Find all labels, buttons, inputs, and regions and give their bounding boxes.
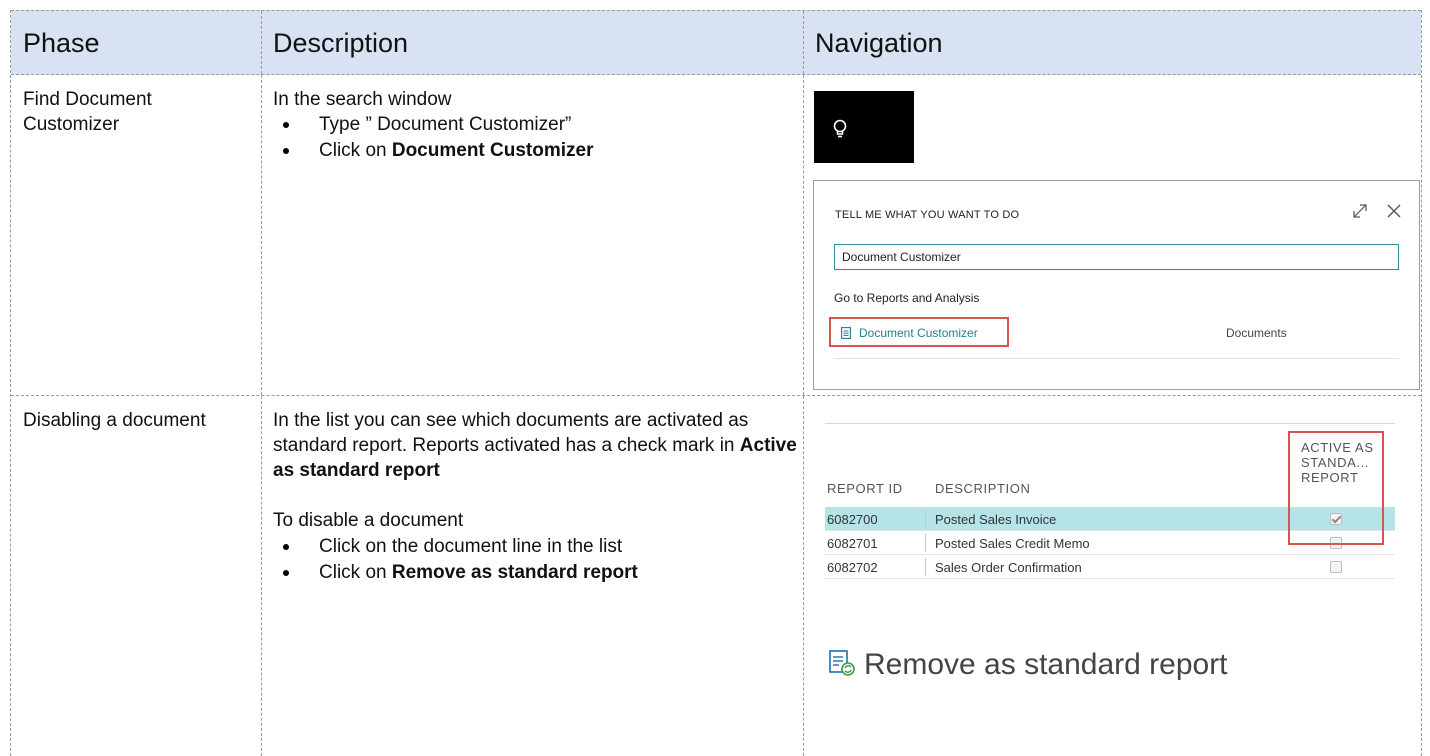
document-icon	[841, 327, 851, 339]
lightbulb-icon	[833, 119, 847, 138]
search-result-label: Document Customizer	[859, 326, 978, 340]
step-item: Type ” Document Customizer”	[273, 112, 793, 138]
report-description: Sales Order Confirmation	[935, 560, 1082, 575]
header-cell-phase: Phase	[11, 11, 261, 74]
description-row-1: In the search window Type ” Document Cus…	[261, 75, 803, 164]
remove-as-standard-report-button[interactable]: Remove as standard report	[828, 648, 1228, 682]
description-row-2: In the list you can see which documents …	[261, 396, 803, 586]
step-item: Click on Document Customizer	[273, 138, 793, 164]
header-cell-navigation: Navigation	[803, 11, 1423, 74]
table-row[interactable]: 6082702 Sales Order Confirmation	[825, 555, 1395, 579]
report-id: 6082702	[827, 560, 878, 575]
search-result-category: Documents	[1226, 326, 1287, 340]
tell-me-dialog: TELL ME WHAT YOU WANT TO DO Go to Report…	[813, 180, 1420, 390]
active-checkbox[interactable]	[1330, 561, 1342, 573]
header-description: Description	[273, 28, 409, 58]
dialog-title: TELL ME WHAT YOU WANT TO DO	[835, 209, 1020, 221]
search-result-document-customizer[interactable]: Document Customizer	[829, 317, 1009, 347]
divider	[825, 423, 1395, 424]
step-item: Click on the document line in the list	[273, 534, 797, 560]
report-id: 6082700	[827, 512, 878, 527]
remove-report-icon	[829, 650, 855, 676]
expand-icon[interactable]	[1350, 201, 1370, 221]
lightbulb-tile[interactable]	[814, 91, 914, 163]
report-description: Posted Sales Invoice	[935, 512, 1057, 527]
divider	[834, 358, 1399, 359]
header-phase: Phase	[23, 28, 100, 58]
header-cell-description: Description	[261, 11, 803, 74]
table-row: Disabling a document In the list you can…	[11, 396, 1421, 756]
search-input[interactable]	[834, 244, 1399, 270]
phase-disabling-a-document: Disabling a document	[23, 410, 206, 431]
step-list: Click on the document line in the list C…	[273, 534, 797, 586]
table-row: Find Document Customizer In the search w…	[11, 75, 1421, 396]
report-description: Posted Sales Credit Memo	[935, 536, 1090, 551]
header-navigation: Navigation	[815, 28, 943, 58]
column-header-report-id[interactable]: REPORT ID	[827, 481, 903, 496]
instruction-table: Phase Description Navigation Find Docume…	[10, 10, 1422, 756]
table-header-row: Phase Description Navigation	[11, 10, 1421, 75]
description-paragraph: In the list you can see which documents …	[273, 410, 797, 481]
phase-find-document-customizer: Find Document Customizer	[23, 89, 152, 135]
result-group-label: Go to Reports and Analysis	[834, 291, 980, 305]
remove-action-label: Remove as standard report	[864, 648, 1228, 681]
step-item: Click on Remove as standard report	[273, 560, 797, 586]
step-list: Type ” Document Customizer” Click on Doc…	[273, 112, 793, 164]
highlight-box	[1288, 431, 1384, 545]
description-intro: In the search window	[273, 89, 452, 110]
column-header-description[interactable]: DESCRIPTION	[935, 481, 1030, 496]
report-id: 6082701	[827, 536, 878, 551]
close-icon[interactable]	[1384, 201, 1404, 221]
description-intro: To disable a document	[273, 510, 464, 531]
